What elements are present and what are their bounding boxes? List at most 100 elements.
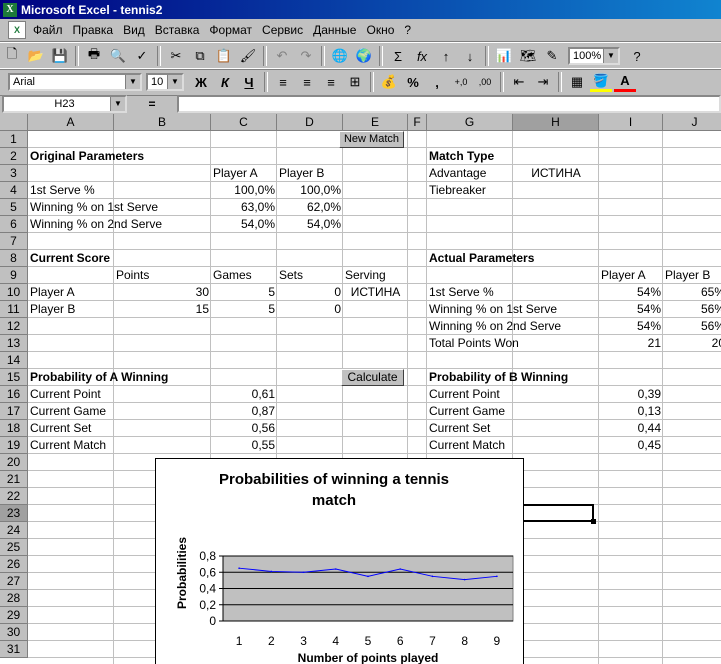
row-header-13[interactable]: 13 <box>0 335 28 352</box>
print-preview-icon[interactable]: 🔍 <box>107 45 129 67</box>
row-header-30[interactable]: 30 <box>0 624 28 641</box>
underline-button[interactable]: Ч <box>238 71 260 93</box>
row-header-5[interactable]: 5 <box>0 199 28 216</box>
row-header-1[interactable]: 1 <box>0 131 28 148</box>
map-icon[interactable]: 🗺 <box>517 45 539 67</box>
borders-icon[interactable]: ▦ <box>566 71 588 93</box>
column-header-i[interactable]: I <box>599 114 663 131</box>
chevron-down-icon[interactable]: ▼ <box>167 75 182 89</box>
formula-equals[interactable]: = <box>127 97 177 111</box>
decrease-indent-icon[interactable]: ⇤ <box>508 71 530 93</box>
percent-button[interactable]: % <box>402 71 424 93</box>
menu-file[interactable]: Файл <box>28 23 68 37</box>
row-header-23[interactable]: 23 <box>0 505 28 522</box>
increase-indent-icon[interactable]: ⇥ <box>532 71 554 93</box>
fill-color-icon[interactable]: 🪣 <box>590 72 612 92</box>
align-right-icon[interactable]: ≡ <box>320 71 342 93</box>
cut-icon[interactable]: ✂ <box>165 45 187 67</box>
comma-button[interactable]: , <box>426 71 448 93</box>
row-header-3[interactable]: 3 <box>0 165 28 182</box>
chevron-down-icon[interactable]: ▼ <box>603 49 618 63</box>
row-header-27[interactable]: 27 <box>0 573 28 590</box>
new-match-button[interactable]: New Match <box>339 131 404 148</box>
row-header-16[interactable]: 16 <box>0 386 28 403</box>
increase-decimal-button[interactable]: +,0 <box>450 71 472 93</box>
font-color-icon[interactable]: A <box>614 72 636 92</box>
menu-data[interactable]: Данные <box>308 23 361 37</box>
row-header-18[interactable]: 18 <box>0 420 28 437</box>
row-header-6[interactable]: 6 <box>0 216 28 233</box>
column-header-e[interactable]: E <box>343 114 408 131</box>
column-header-f[interactable]: F <box>408 114 427 131</box>
save-icon[interactable]: 💾 <box>49 45 71 67</box>
column-header-j[interactable]: J <box>663 114 721 131</box>
align-left-icon[interactable]: ≡ <box>272 71 294 93</box>
row-header-19[interactable]: 19 <box>0 437 28 454</box>
row-header-25[interactable]: 25 <box>0 539 28 556</box>
paste-icon[interactable]: 📋 <box>213 45 235 67</box>
sort-ascending-icon[interactable]: ↑ <box>435 45 457 67</box>
row-header-24[interactable]: 24 <box>0 522 28 539</box>
probability-chart[interactable]: Probabilities of winning a tennis match 0 0… <box>155 458 524 664</box>
redo-icon[interactable]: ↷ <box>295 45 317 67</box>
drawing-icon[interactable]: ✎ <box>541 45 563 67</box>
name-box[interactable]: H23 ▼ <box>2 95 127 113</box>
row-header-17[interactable]: 17 <box>0 403 28 420</box>
row-header-26[interactable]: 26 <box>0 556 28 573</box>
menu-view[interactable]: Вид <box>118 23 150 37</box>
bold-button[interactable]: Ж <box>190 71 212 93</box>
menu-edit[interactable]: Правка <box>68 23 119 37</box>
undo-icon[interactable]: ↶ <box>271 45 293 67</box>
menu-tools[interactable]: Сервис <box>257 23 308 37</box>
spelling-icon[interactable]: ✓ <box>131 45 153 67</box>
menu-format[interactable]: Формат <box>204 23 257 37</box>
help-icon[interactable]: ? <box>626 45 648 67</box>
sort-descending-icon[interactable]: ↓ <box>459 45 481 67</box>
column-header-g[interactable]: G <box>427 114 513 131</box>
row-header-10[interactable]: 10 <box>0 284 28 301</box>
print-icon[interactable]: 🖶 <box>83 45 105 67</box>
chevron-down-icon[interactable]: ▼ <box>125 75 140 89</box>
chart-wizard-icon[interactable]: 📊 <box>493 45 515 67</box>
row-header-20[interactable]: 20 <box>0 454 28 471</box>
column-header-b[interactable]: B <box>114 114 211 131</box>
menu-insert[interactable]: Вставка <box>150 23 205 37</box>
chevron-down-icon[interactable]: ▼ <box>110 97 125 111</box>
web-toolbar-icon[interactable]: 🌍 <box>353 45 375 67</box>
new-document-icon[interactable]: 🗋 <box>1 45 23 67</box>
workbook-icon[interactable]: X <box>8 21 26 39</box>
font-size-select[interactable]: 10 ▼ <box>146 73 184 91</box>
row-header-31[interactable]: 31 <box>0 641 28 658</box>
row-header-8[interactable]: 8 <box>0 250 28 267</box>
font-select[interactable]: Arial ▼ <box>8 73 142 91</box>
row-header-12[interactable]: 12 <box>0 318 28 335</box>
currency-icon[interactable]: 💰 <box>378 71 400 93</box>
align-center-icon[interactable]: ≡ <box>296 71 318 93</box>
row-header-9[interactable]: 9 <box>0 267 28 284</box>
row-header-29[interactable]: 29 <box>0 607 28 624</box>
select-all-corner[interactable] <box>0 114 28 131</box>
row-header-28[interactable]: 28 <box>0 590 28 607</box>
merge-center-icon[interactable]: ⊞ <box>344 71 366 93</box>
hyperlink-icon[interactable]: 🌐 <box>329 45 351 67</box>
autosum-icon[interactable]: Σ <box>387 45 409 67</box>
decrease-decimal-button[interactable]: ,00 <box>474 71 496 93</box>
row-header-2[interactable]: 2 <box>0 148 28 165</box>
open-folder-icon[interactable]: 📂 <box>25 45 47 67</box>
row-header-21[interactable]: 21 <box>0 471 28 488</box>
row-header-4[interactable]: 4 <box>0 182 28 199</box>
row-header-14[interactable]: 14 <box>0 352 28 369</box>
italic-button[interactable]: К <box>214 71 236 93</box>
row-header-22[interactable]: 22 <box>0 488 28 505</box>
row-header-11[interactable]: 11 <box>0 301 28 318</box>
column-header-d[interactable]: D <box>277 114 343 131</box>
menu-help[interactable]: ? <box>399 23 416 37</box>
copy-icon[interactable]: ⧉ <box>189 45 211 67</box>
menu-window[interactable]: Окно <box>361 23 399 37</box>
function-icon[interactable]: fx <box>411 45 433 67</box>
row-header-15[interactable]: 15 <box>0 369 28 386</box>
format-painter-icon[interactable]: 🖌 <box>237 45 259 67</box>
zoom-select[interactable]: 100% ▼ <box>568 47 620 65</box>
column-header-c[interactable]: C <box>211 114 277 131</box>
row-header-7[interactable]: 7 <box>0 233 28 250</box>
